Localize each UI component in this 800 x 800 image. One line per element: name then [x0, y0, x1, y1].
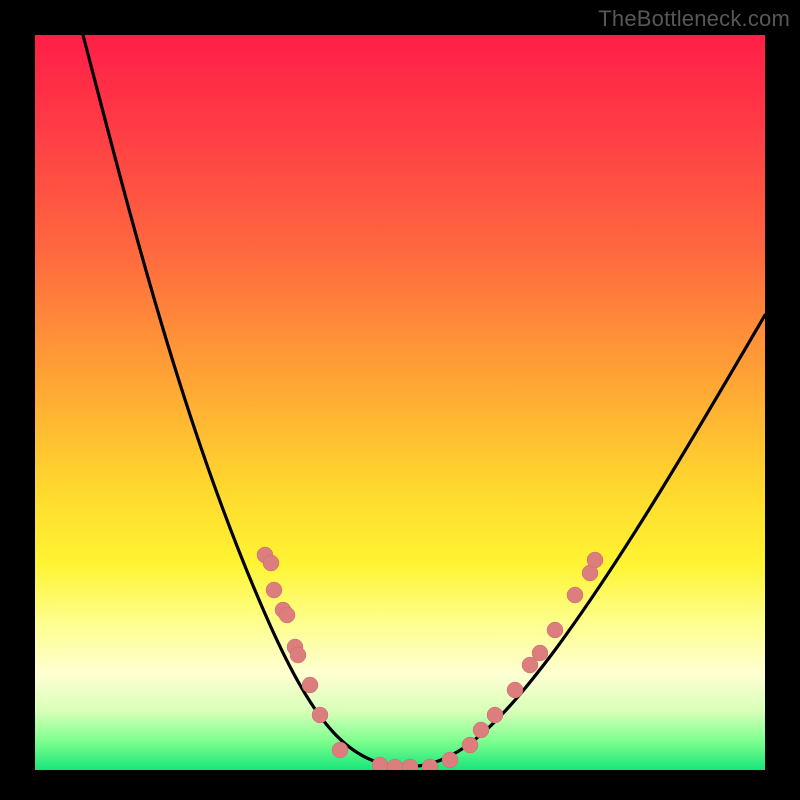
plot-area — [35, 35, 765, 770]
chart-svg — [35, 35, 765, 770]
frame: TheBottleneck.com — [0, 0, 800, 800]
bottleneck-curve — [83, 35, 765, 767]
watermark-text: TheBottleneck.com — [598, 6, 790, 32]
data-dots — [257, 547, 603, 770]
